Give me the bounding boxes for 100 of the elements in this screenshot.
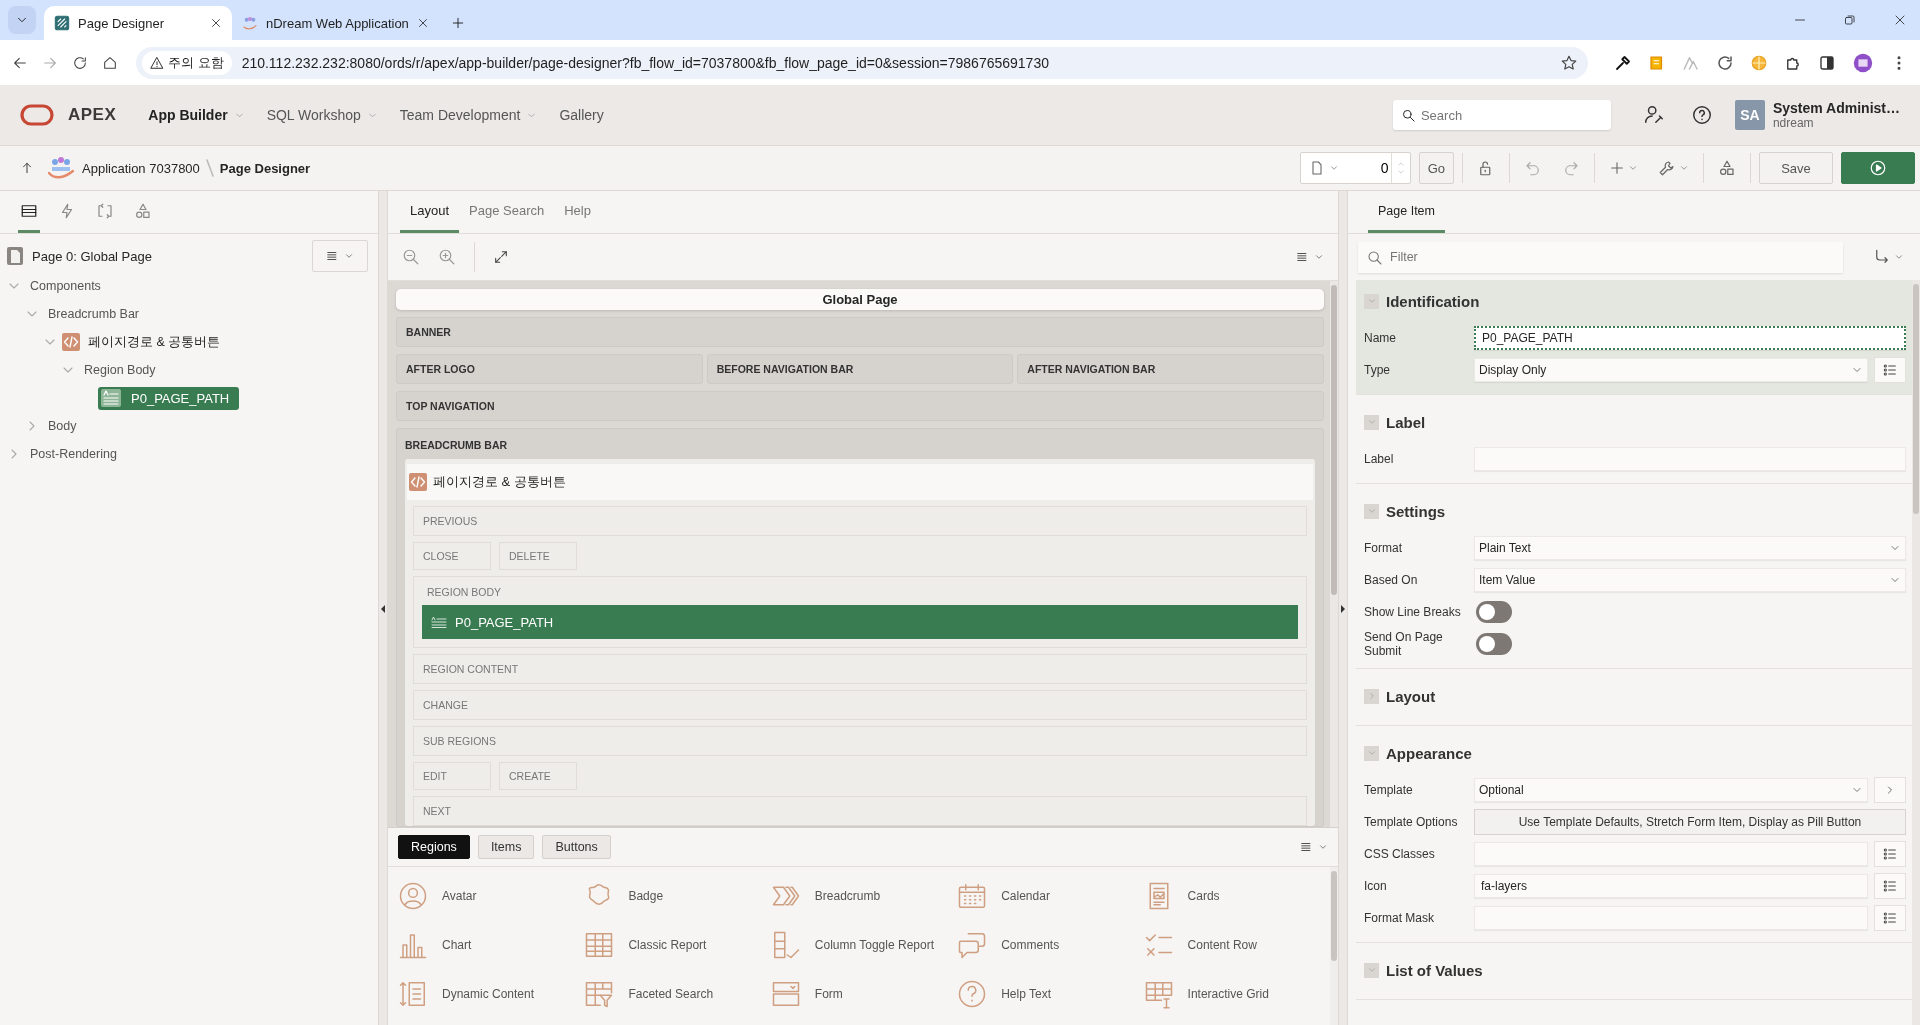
position-slot[interactable]: BEFORE NAVIGATION BAR [706, 354, 1014, 384]
go-to-group-button[interactable] [1873, 248, 1904, 266]
expand-icon[interactable] [493, 249, 509, 265]
select-field[interactable]: Optional [1474, 778, 1868, 802]
up-arrow-icon[interactable] [20, 161, 34, 175]
gallery-item[interactable]: Classic Report [628, 937, 707, 952]
gallery-item[interactable]: Faceted Search [628, 986, 714, 1001]
tree-node[interactable]: Body [44, 417, 81, 435]
group-toggle[interactable] [1364, 503, 1379, 519]
browser-tab[interactable]: Page Designer [44, 6, 232, 40]
group-toggle[interactable] [1364, 293, 1379, 309]
gallery-item[interactable]: Column Toggle Report [814, 937, 934, 952]
reload-icon[interactable] [1716, 53, 1734, 72]
button-slot[interactable]: CREATE [499, 762, 577, 790]
breadcrumb-link[interactable]: Application 7037800 [82, 160, 200, 176]
help-icon[interactable] [1690, 104, 1713, 126]
position-slot[interactable]: BANNER [396, 317, 1324, 347]
tab[interactable]: Page Search [459, 191, 555, 233]
plus-icon[interactable] [450, 16, 465, 30]
button-slot[interactable]: CLOSE [413, 542, 491, 570]
view-menu-button[interactable] [1300, 840, 1328, 854]
eyedropper-icon[interactable] [1614, 53, 1632, 72]
search-field[interactable]: Search [1392, 100, 1611, 130]
scrollbar[interactable] [1913, 284, 1919, 514]
user-name[interactable]: System Administ… [1772, 100, 1900, 116]
nav-menu[interactable]: App Builder [148, 107, 245, 123]
close-icon[interactable] [1894, 14, 1906, 26]
gallery-item[interactable]: Avatar [442, 888, 477, 903]
page-selector[interactable]: 0 [1299, 152, 1411, 184]
user-wrench-icon[interactable] [1642, 104, 1665, 126]
gallery-item[interactable]: Form [814, 986, 843, 1001]
button-slot[interactable]: DELETE [499, 542, 577, 570]
group-toggle[interactable] [1364, 688, 1379, 704]
tree-node[interactable]: 페이지경로 & 공통버튼 [84, 331, 225, 353]
gallery-item[interactable]: Help Text [1001, 986, 1051, 1001]
position-slot[interactable]: AFTER NAVIGATION BAR [1017, 354, 1324, 384]
run-button[interactable] [1841, 152, 1915, 184]
nav-menu[interactable]: Team Development [399, 107, 538, 123]
sidebar-icon[interactable] [1818, 53, 1836, 72]
tree-node[interactable]: Breadcrumb Bar [44, 305, 143, 323]
save-button[interactable]: Save [1759, 152, 1833, 184]
button-slot[interactable]: EDIT [413, 762, 491, 790]
close-icon[interactable] [210, 17, 222, 29]
select-field[interactable]: Item Value [1474, 568, 1906, 592]
apex-logo-text[interactable]: APEX [68, 105, 117, 125]
gallery-item[interactable]: Dynamic Content [442, 986, 535, 1001]
home-icon[interactable] [102, 54, 118, 71]
tab[interactable]: Buttons [542, 835, 611, 859]
tree-node[interactable]: Region Body [80, 361, 160, 379]
toggle-switch[interactable] [1476, 601, 1512, 623]
tab[interactable]: Page Item [1368, 191, 1445, 233]
region-panel[interactable]: 페이지경로 & 공통버튼 PREVIOUS CLOSE DELETE REGION BODY P0_PAGE_PATH REGION CONTENT CHANGE SUB REGIONS EDIT CREATE NEXT [405, 459, 1315, 826]
profile-icon[interactable] [1852, 51, 1874, 74]
options-button[interactable]: Use Template Defaults, Stretch Form Item, Display as Pill Button [1474, 809, 1906, 835]
person-circle-icon[interactable] [398, 880, 428, 911]
select-field[interactable]: Plain Text [1474, 536, 1906, 560]
scrollbar[interactable] [1331, 871, 1337, 961]
restore-icon[interactable] [1844, 14, 1856, 26]
text-field[interactable]: P0_PAGE_PATH [1474, 326, 1906, 350]
position-slot[interactable]: TOP NAVIGATION [396, 391, 1324, 421]
gallery-item[interactable]: Badge [628, 888, 664, 903]
shapes-icon[interactable] [134, 201, 152, 220]
tree-node[interactable]: P0_PAGE_PATH [98, 386, 240, 410]
position-slot[interactable]: PREVIOUS [413, 506, 1307, 536]
position-slot[interactable]: SUB REGIONS [413, 726, 1307, 756]
select-field[interactable]: Display Only [1474, 358, 1868, 382]
nav-menu[interactable]: SQL Workshop [266, 107, 378, 123]
gallery-item[interactable]: Breadcrumb [814, 888, 881, 903]
position-slot[interactable]: NEXT [413, 796, 1307, 826]
page-number-field[interactable]: 0 [1346, 159, 1391, 177]
page-item[interactable]: P0_PAGE_PATH [422, 605, 1298, 639]
nav-menu[interactable]: Gallery [559, 107, 604, 123]
citrus-icon[interactable] [1750, 53, 1768, 72]
text-field[interactable]: fa-layers [1474, 874, 1868, 898]
gallery-item[interactable]: Calendar [1001, 888, 1050, 903]
list-button[interactable] [1874, 873, 1906, 899]
list-button[interactable] [1874, 905, 1906, 931]
close-icon[interactable] [416, 17, 429, 29]
reload-icon[interactable] [72, 54, 88, 71]
gallery-item[interactable]: Comments [1001, 937, 1060, 952]
position-slot[interactable]: AFTER LOGO [396, 354, 703, 384]
scrollbar[interactable] [1331, 285, 1337, 595]
security-warning[interactable]: 주의 요함 [142, 50, 232, 75]
oval-logo-icon[interactable] [20, 104, 54, 126]
gallery-item[interactable]: Interactive Grid [1187, 986, 1269, 1001]
list-button[interactable] [1874, 357, 1906, 383]
view-menu-button[interactable] [1296, 250, 1324, 264]
tab[interactable]: Layout [400, 191, 460, 233]
group-toggle[interactable] [1364, 414, 1379, 430]
splitter-handle-icon[interactable] [380, 603, 386, 614]
group-toggle[interactable] [1364, 745, 1379, 761]
go-button[interactable]: Go [1418, 152, 1454, 184]
group-toggle[interactable] [1364, 962, 1379, 978]
tab[interactable]: Regions [398, 835, 470, 859]
splitter-handle-icon[interactable] [1340, 603, 1346, 614]
help-circle-icon[interactable] [957, 978, 988, 1009]
zoom-out-icon[interactable] [402, 248, 420, 266]
gallery-item[interactable]: Chart [442, 937, 472, 952]
tab[interactable]: Items [477, 835, 535, 859]
zoom-in-icon[interactable] [438, 248, 456, 266]
